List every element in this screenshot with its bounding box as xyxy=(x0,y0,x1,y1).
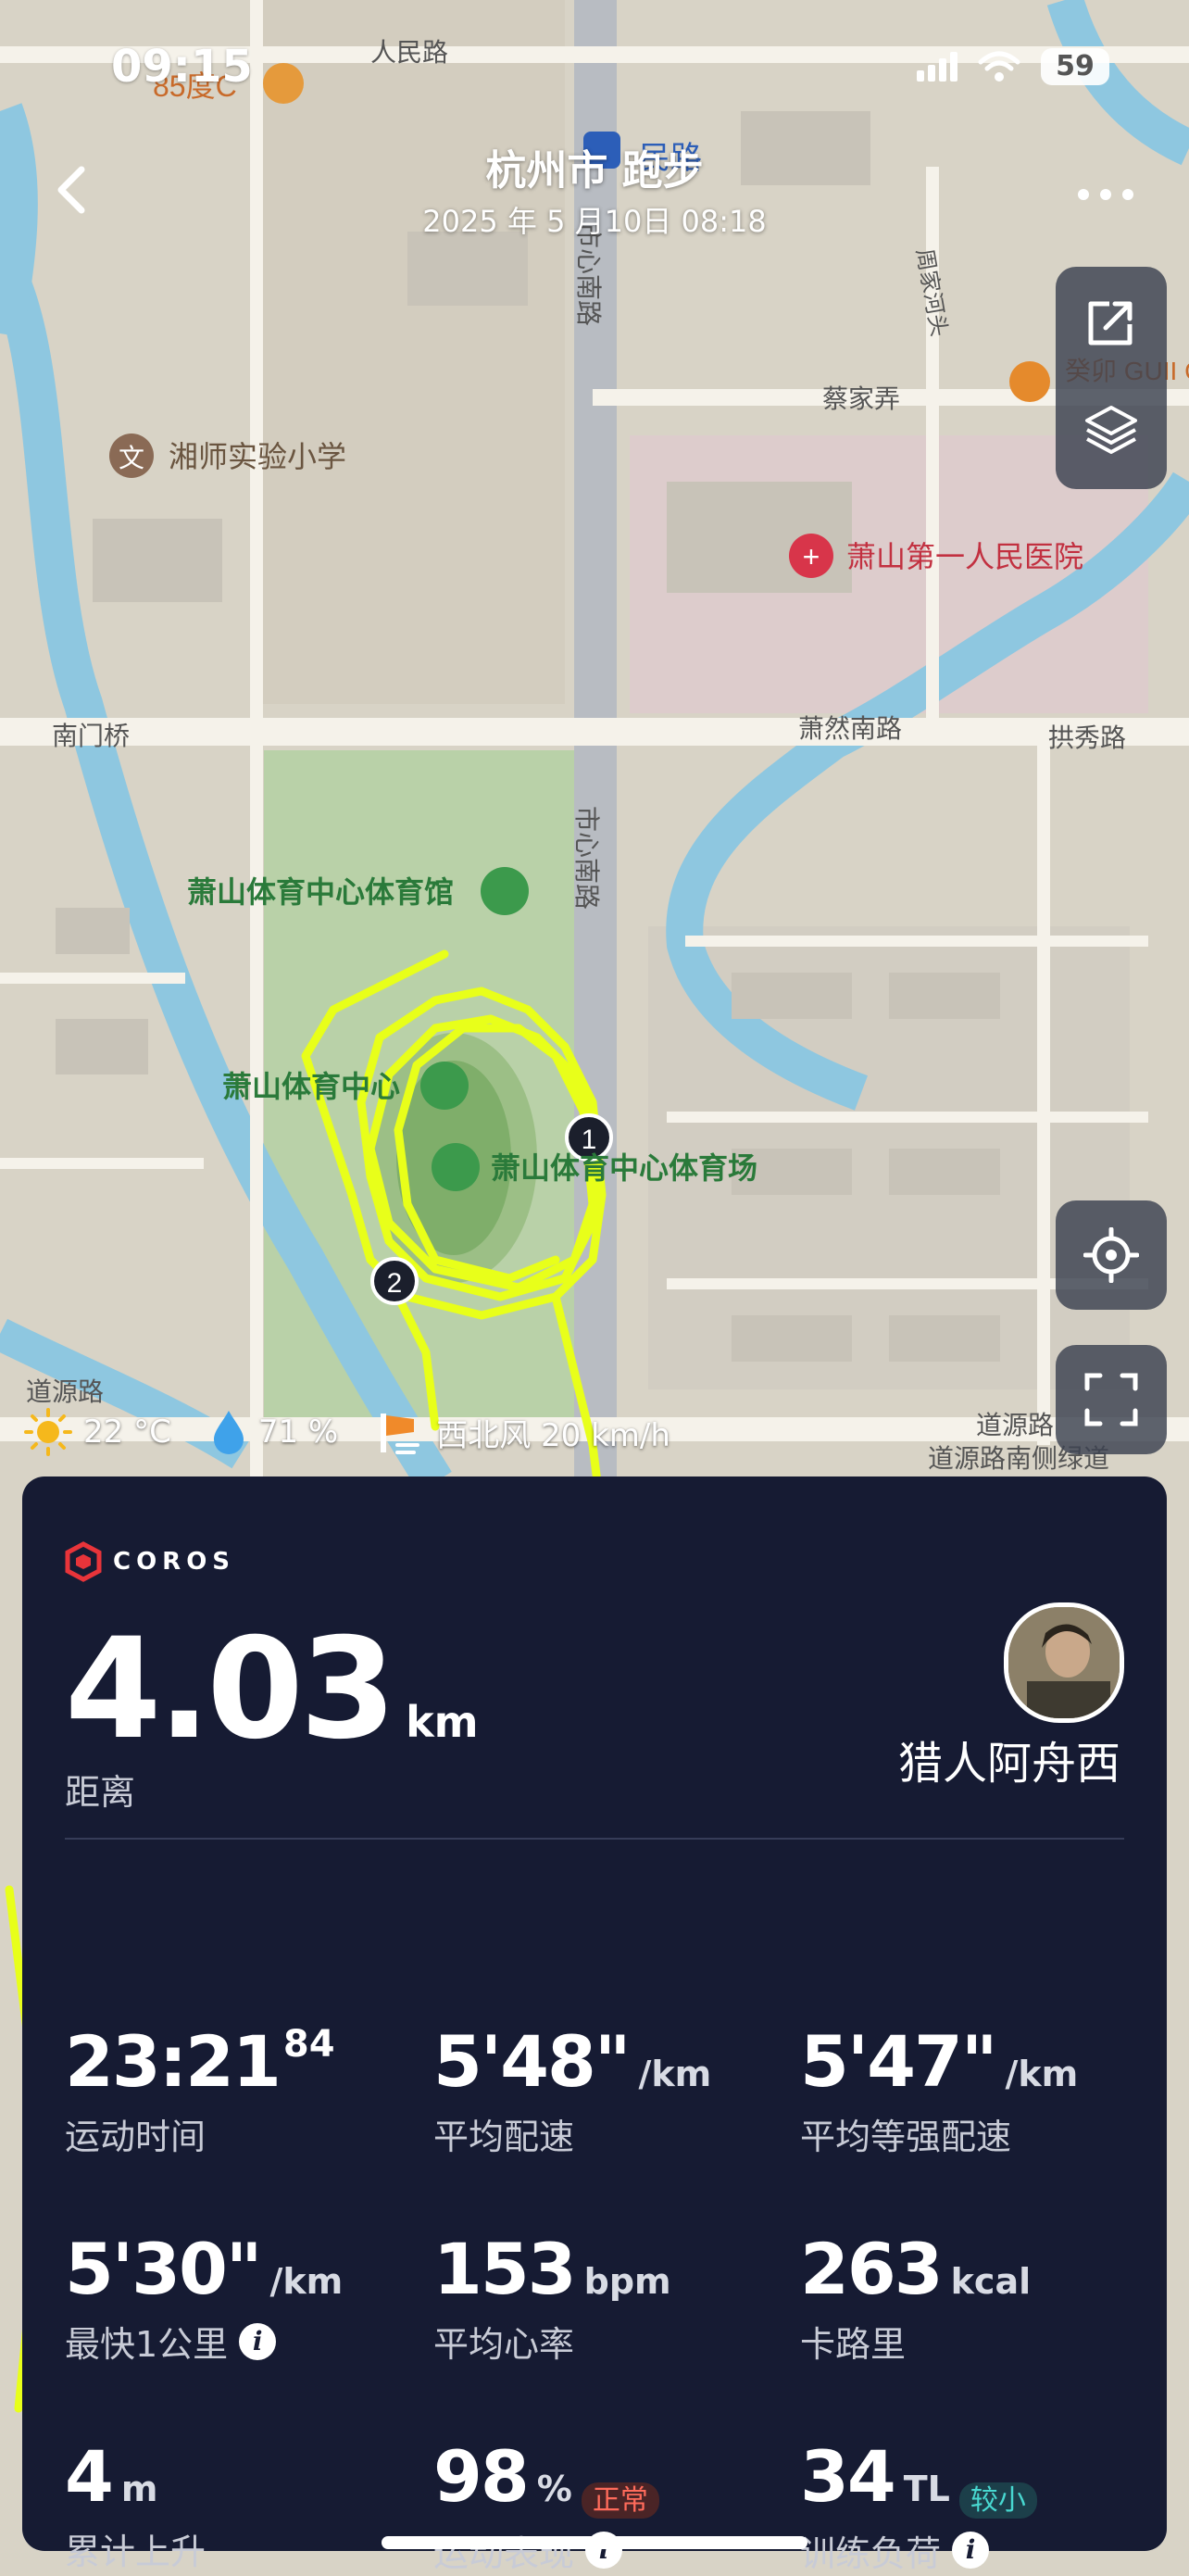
stat-avg-grade-adjusted-pace: 5'47"/km 平均等强配速 xyxy=(800,2023,1161,2159)
fastest-km-info-icon[interactable]: i xyxy=(239,2322,277,2360)
stat-training-load: 34 TL 较小 训练负荷 i xyxy=(800,2438,1161,2576)
wind: 西北风 20 km/h xyxy=(436,1416,670,1454)
brand: COROS xyxy=(65,1541,235,1582)
fastest-km-value: 5'30" xyxy=(65,2228,263,2310)
wind-icon xyxy=(381,1414,420,1454)
map-label-sports-center: 萧山体育中心 xyxy=(222,1070,400,1103)
calories-unit: kcal xyxy=(950,2261,1032,2302)
avg-pace-label: 平均配速 xyxy=(433,2117,575,2157)
performance-label: 运动表现 xyxy=(433,2532,575,2574)
gap-label: 平均等强配速 xyxy=(800,2117,1012,2157)
coros-logo-icon xyxy=(65,1541,102,1582)
map-label-gongxiu-road: 拱秀路 xyxy=(1048,723,1126,752)
stat-duration: 23:21 84 运动时间 xyxy=(65,2023,426,2159)
user-name: 猎人阿舟西 xyxy=(897,1738,1120,1790)
distance-block: 4.03 km xyxy=(65,1620,479,1759)
elevation-label: 累计上升 xyxy=(65,2532,207,2572)
training-load-info-icon[interactable]: i xyxy=(952,2532,990,2569)
stat-fastest-km: 5'30"/km 最快1公里 i xyxy=(65,2230,426,2367)
distance-label: 距离 xyxy=(65,1772,136,1813)
humidity-drop-icon xyxy=(213,1411,244,1454)
temperature: 22 °C xyxy=(83,1414,171,1451)
share-icon[interactable] xyxy=(1083,295,1139,350)
route-marker-2: 2 xyxy=(370,1257,419,1305)
duration-label: 运动时间 xyxy=(65,2117,207,2157)
gap-value: 5'47" xyxy=(800,2020,998,2103)
heart-rate-value: 153 xyxy=(433,2228,577,2310)
stat-elevation-gain: 4m 累计上升 xyxy=(65,2438,426,2574)
map-label-street-shixinnan: 市心南路 xyxy=(572,806,601,910)
page-title: 杭州市 跑步 xyxy=(485,147,704,195)
map-tools-group xyxy=(1056,267,1167,489)
battery-indicator: 59 xyxy=(1041,48,1109,85)
heart-rate-unit: bpm xyxy=(583,2261,671,2302)
performance-value: 98 xyxy=(433,2435,530,2518)
duration-value: 23:21 xyxy=(65,2020,282,2103)
avg-pace-value: 5'48" xyxy=(433,2020,632,2103)
navigation-bar: 杭州市 跑步 2025 年 5 月10日 08:18 xyxy=(0,111,1189,250)
gap-unit: /km xyxy=(1005,2054,1079,2094)
training-load-badge: 较小 xyxy=(958,2482,1037,2519)
marker-2-label: 2 xyxy=(387,1268,403,1299)
training-load-label: 训练负荷 xyxy=(800,2532,942,2574)
fullscreen-button[interactable] xyxy=(1056,1345,1167,1454)
fastest-km-unit: /km xyxy=(269,2261,344,2302)
map-label-xiangshi-school: 湘师实验小学 xyxy=(169,440,346,473)
calories-label: 卡路里 xyxy=(800,2324,907,2365)
elevation-value: 4 xyxy=(65,2435,114,2518)
distance-unit: km xyxy=(406,1697,479,1747)
status-time: 09:15 xyxy=(111,41,253,93)
map-label-stadium: 萧山体育中心体育场 xyxy=(491,1151,757,1185)
status-bar: 09:15 59 xyxy=(0,41,1189,96)
avatar-image xyxy=(1008,1607,1120,1718)
stat-calories: 263 kcal 卡路里 xyxy=(800,2230,1161,2367)
performance-badge: 正常 xyxy=(581,2482,659,2519)
map-label-caijia-lane: 蔡家弄 xyxy=(822,384,900,413)
training-load-value: 34 xyxy=(800,2435,896,2518)
weather-bar: 22 °C 71 % 西北风 20 km/h xyxy=(24,1408,696,1456)
avatar[interactable] xyxy=(1004,1602,1124,1723)
map-label-xiaoran-road: 萧然南路 xyxy=(798,714,902,743)
humidity: 71 % xyxy=(257,1414,339,1451)
sun-icon xyxy=(24,1408,72,1456)
stadium-icon xyxy=(432,1143,480,1191)
locate-button[interactable] xyxy=(1056,1200,1167,1310)
brand-name: COROS xyxy=(113,1548,236,1576)
map-label-nanmen-bridge: 南门桥 xyxy=(52,722,130,750)
wifi-icon xyxy=(978,51,1020,82)
activity-datetime: 2025 年 5 月10日 08:18 xyxy=(422,204,767,239)
fullscreen-icon xyxy=(1084,1373,1138,1426)
training-load-unit: TL xyxy=(903,2469,950,2509)
map-label-gymnasium: 萧山体育中心体育馆 xyxy=(187,875,454,909)
distance-value: 4.03 xyxy=(65,1609,396,1770)
sports-center-icon xyxy=(420,1062,469,1110)
svg-text:文: 文 xyxy=(119,444,144,472)
status-icons: 59 xyxy=(917,48,1109,85)
more-options-icon[interactable] xyxy=(1069,176,1143,213)
heart-rate-label: 平均心率 xyxy=(433,2324,575,2365)
fastest-km-label: 最快1公里 xyxy=(65,2324,229,2365)
layers-icon[interactable] xyxy=(1083,402,1139,458)
stat-avg-pace: 5'48"/km 平均配速 xyxy=(433,2023,795,2159)
performance-unit: % xyxy=(536,2469,572,2509)
cafe-icon xyxy=(1009,361,1050,402)
gymnasium-icon xyxy=(481,867,529,915)
map-label-hospital: 萧山第一人民医院 xyxy=(846,540,1083,573)
activity-summary-card: COROS 4.03 km 距离 猎人阿舟西 23:21 84 运动时间 5'48"… xyxy=(22,1476,1167,2574)
map-label-daoyuan-left: 道源路 xyxy=(26,1377,104,1406)
locate-icon xyxy=(1083,1227,1139,1283)
stat-avg-heart-rate: 153 bpm 平均心率 xyxy=(433,2230,795,2367)
stat-performance: 98% 正常 运动表现 i xyxy=(433,2438,795,2576)
cellular-signal-icon xyxy=(917,52,957,82)
calories-value: 263 xyxy=(800,2228,944,2310)
map-label-daoyuan-right: 道源路 xyxy=(976,1411,1054,1439)
svg-text:+: + xyxy=(803,540,820,573)
avg-pace-unit: /km xyxy=(638,2054,712,2094)
home-indicator[interactable] xyxy=(382,2536,807,2549)
elevation-unit: m xyxy=(120,2469,158,2509)
duration-hundredths: 84 xyxy=(282,2023,335,2066)
divider xyxy=(65,1838,1124,1840)
